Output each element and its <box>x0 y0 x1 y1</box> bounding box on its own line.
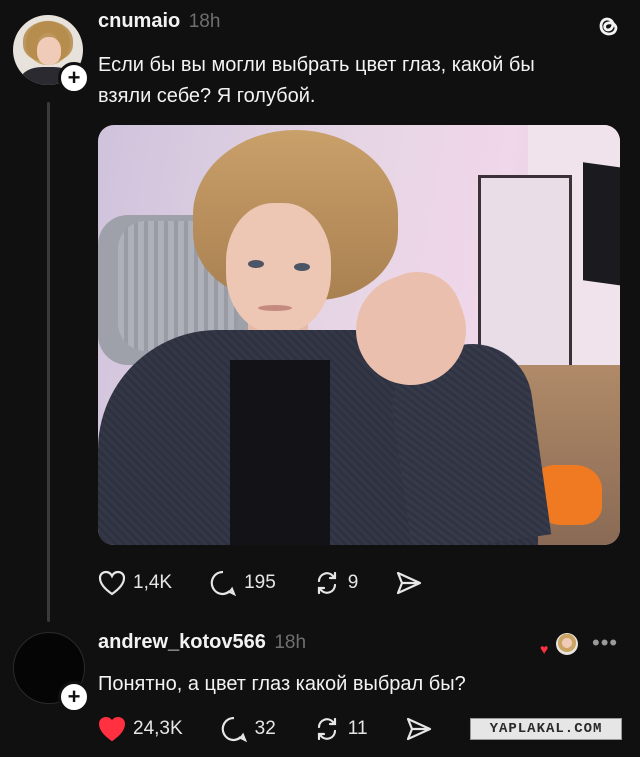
reply-text: Понятно, а цвет глаз какой выбрал бы? <box>98 673 466 695</box>
mini-avatar <box>556 633 578 655</box>
heart-icon: ♥ <box>540 641 549 657</box>
reply-share-button[interactable] <box>405 716 440 742</box>
reply-time: 18h <box>274 632 307 653</box>
thread-line <box>47 102 50 622</box>
reply-username[interactable]: andrew_kotov566 <box>98 631 266 653</box>
heart-filled-icon <box>98 716 126 742</box>
threads-logo-icon[interactable] <box>593 11 621 46</box>
like-button[interactable]: 1,4K <box>98 570 172 596</box>
liked-by-author-indicator: ♥ <box>540 633 580 659</box>
follow-plus-button[interactable]: + <box>58 62 90 94</box>
reply-like-button[interactable]: 24,3K <box>98 716 183 742</box>
post-photo[interactable] <box>98 125 620 545</box>
reply-comment-count: 32 <box>254 718 276 739</box>
share-button[interactable] <box>395 570 430 596</box>
author-username[interactable]: cnumaio <box>98 10 180 32</box>
send-icon <box>406 717 431 741</box>
repost-icon <box>317 717 336 741</box>
reply-repost-count: 11 <box>347 718 368 739</box>
like-count: 1,4K <box>133 572 173 593</box>
comment-button[interactable]: 195 <box>209 569 276 597</box>
post-text: Если бы вы могли выбрать цвет глаз, како… <box>98 54 535 107</box>
post-actions: 1,4K 195 9 <box>98 569 467 597</box>
repost-count: 9 <box>347 572 359 593</box>
reply-actions: 24,3K 32 11 <box>98 715 477 743</box>
repost-button[interactable]: 9 <box>313 570 359 596</box>
more-options-icon[interactable]: ••• <box>592 630 618 656</box>
reply-follow-plus-button[interactable]: + <box>58 681 90 713</box>
repost-icon <box>317 571 336 595</box>
reply-like-count: 24,3K <box>133 718 183 739</box>
comment-count: 195 <box>244 572 276 593</box>
reply-repost-button[interactable]: 11 <box>313 716 368 742</box>
send-icon <box>397 571 422 595</box>
watermark: YAPLAKAL.COM <box>470 718 622 740</box>
reply-comment-button[interactable]: 32 <box>220 715 276 743</box>
comment-icon <box>221 716 247 743</box>
comment-icon <box>210 570 237 597</box>
heart-icon <box>98 570 126 596</box>
post-time: 18h <box>188 11 221 32</box>
